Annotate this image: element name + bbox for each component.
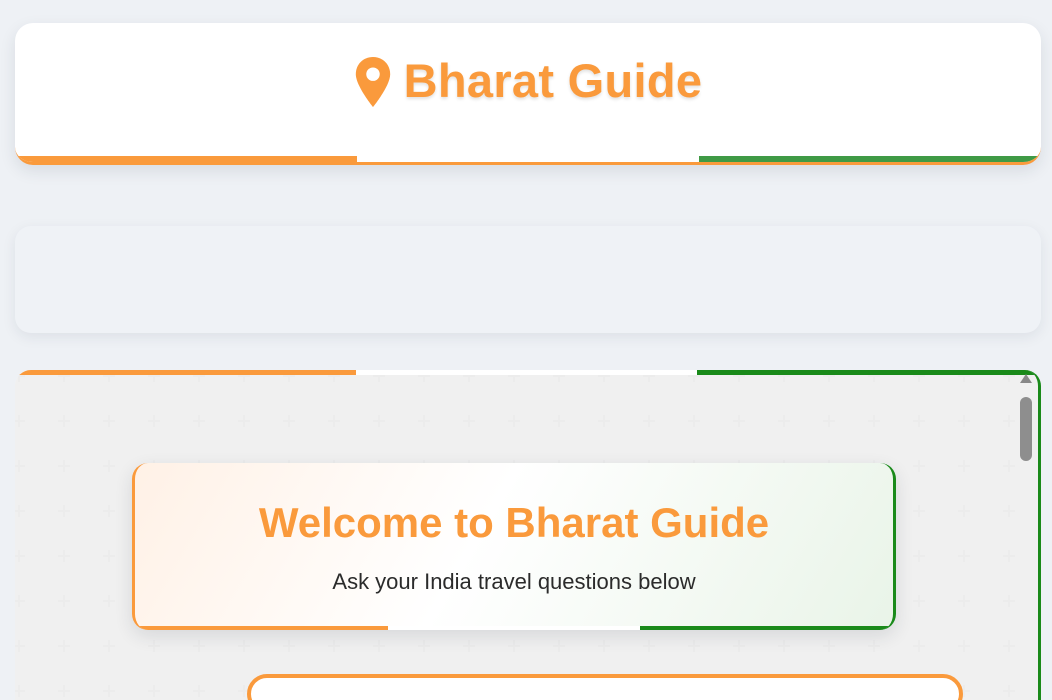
chat-area[interactable]: Welcome to Bharat Guide Ask your India t… [15, 370, 1041, 700]
app-header: Bharat Guide [15, 23, 1041, 165]
map-pin-icon [355, 56, 390, 107]
chat-scrollbar[interactable] [1018, 374, 1034, 694]
question-input-top-edge[interactable] [247, 674, 963, 700]
content-panel [15, 226, 1041, 333]
stripe-saffron [15, 156, 357, 162]
chat-stripe-green [697, 370, 1038, 375]
header-tricolor-stripe [15, 156, 1041, 162]
welcome-tricolor-stripe [135, 626, 893, 630]
chat-stripe-saffron [15, 370, 356, 375]
scroll-thumb[interactable] [1020, 397, 1032, 461]
welcome-stripe-saffron [135, 626, 388, 630]
welcome-card: Welcome to Bharat Guide Ask your India t… [132, 463, 896, 630]
welcome-stripe-green [640, 626, 893, 630]
stripe-white [357, 156, 699, 162]
chat-stripe-white [356, 370, 697, 375]
header-title-row: Bharat Guide [15, 53, 1041, 108]
welcome-subtitle: Ask your India travel questions below [332, 569, 696, 594]
welcome-stripe-white [387, 626, 641, 630]
app-title: Bharat Guide [403, 54, 703, 107]
welcome-title: Welcome to Bharat Guide [258, 499, 770, 546]
stripe-green [699, 156, 1041, 162]
scroll-up-arrow-icon[interactable] [1020, 374, 1032, 383]
chat-tricolor-stripe [15, 370, 1038, 375]
